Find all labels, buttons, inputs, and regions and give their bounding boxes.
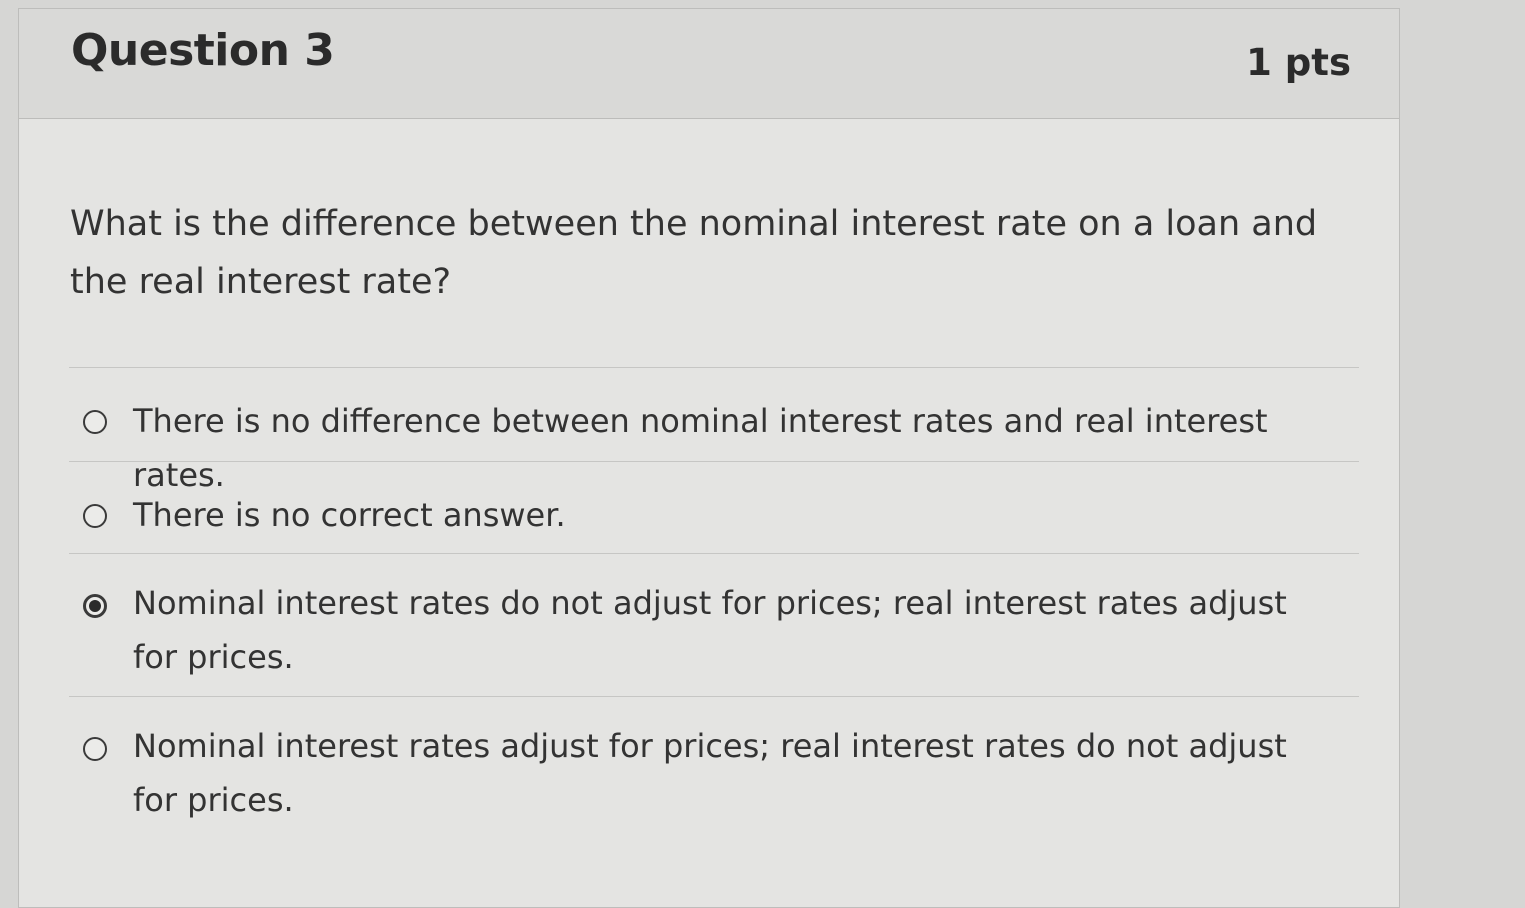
answer-option-selected[interactable]: Nominal interest rates do not adjust for… xyxy=(69,553,1359,696)
answer-option[interactable]: There is no difference between nominal i… xyxy=(69,367,1359,494)
radio-unselected-icon[interactable] xyxy=(83,737,107,761)
answer-list: There is no difference between nominal i… xyxy=(69,367,1359,846)
question-title: Question 3 xyxy=(71,25,335,76)
question-header: Question 3 1 pts xyxy=(19,9,1399,119)
answer-label[interactable]: Nominal interest rates adjust for prices… xyxy=(133,719,1313,827)
question-card: Question 3 1 pts What is the difference … xyxy=(18,8,1400,908)
answer-label[interactable]: Nominal interest rates do not adjust for… xyxy=(133,576,1313,684)
answer-option[interactable]: Nominal interest rates adjust for prices… xyxy=(69,696,1359,846)
radio-unselected-icon[interactable] xyxy=(83,504,107,528)
question-text: What is the difference between the nomin… xyxy=(70,204,1318,302)
answer-option[interactable]: There is no correct answer. xyxy=(69,461,1359,553)
answer-label[interactable]: There is no correct answer. xyxy=(133,488,1313,542)
radio-unselected-icon[interactable] xyxy=(83,410,107,434)
question-points: 1 pts xyxy=(1246,41,1351,84)
radio-selected-icon[interactable] xyxy=(83,594,107,618)
